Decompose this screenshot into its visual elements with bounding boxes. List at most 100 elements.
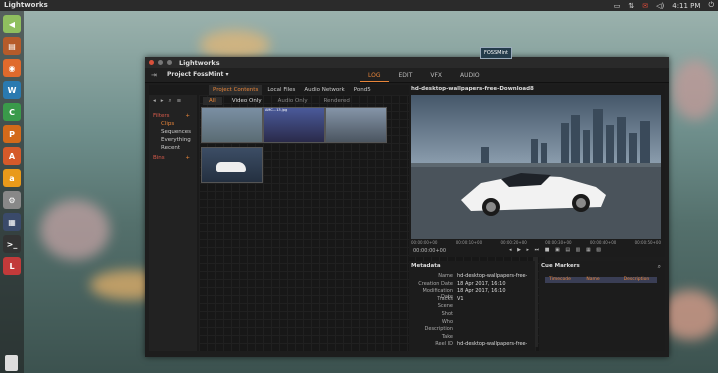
metadata-row[interactable]: Shot <box>409 311 533 317</box>
filter-video-only[interactable]: Video Only <box>226 97 268 105</box>
clip-thumbnail[interactable]: AMC...13.jpg <box>263 107 325 143</box>
tab-log[interactable]: LOG <box>360 70 389 82</box>
sidebar-item-sequences[interactable]: Sequences <box>161 129 191 135</box>
exit-icon[interactable]: ⇥ <box>151 71 157 79</box>
window-controls <box>149 60 172 65</box>
launcher: ◀ ▤ ◉ W C P Aa ⚙ ▦ >_ L <box>0 11 24 373</box>
back-arrow-icon[interactable]: ◀ <box>3 15 21 33</box>
clock[interactable]: 4:11 PM <box>672 2 700 10</box>
add-bin-icon[interactable]: + <box>185 155 190 161</box>
tab-pond5[interactable]: Pond5 <box>350 85 375 95</box>
libreoffice-calc-icon[interactable]: C <box>3 103 21 121</box>
metadata-key: Name <box>438 273 453 279</box>
metadata-value[interactable]: hd-desktop-wallpapers-free- <box>457 273 527 279</box>
cue-column-header[interactable]: Timecode <box>545 277 582 283</box>
lightworks-window: Lightworks FOSSMint ⇥ Project FossMint ▾… <box>145 47 669 357</box>
metadata-value[interactable]: 18 Apr 2017, 16:10 <box>457 281 506 287</box>
metadata-row[interactable]: Take <box>409 334 533 340</box>
metadata-row[interactable]: Who <box>409 319 533 325</box>
libreoffice-impress-icon[interactable]: P <box>3 125 21 143</box>
tab-audio-network[interactable]: Audio Network <box>300 85 348 95</box>
bins-heading[interactable]: Bins + <box>153 155 193 161</box>
terminal-icon[interactable]: >_ <box>3 235 21 253</box>
add-filter-icon[interactable]: + <box>185 113 190 119</box>
background-flower <box>672 60 718 120</box>
arrow-right-icon[interactable]: ▸ <box>161 98 164 105</box>
sidebar-item-recent[interactable]: Recent <box>161 145 180 151</box>
clip-thumbnail[interactable] <box>201 147 263 183</box>
tab-project-contents[interactable]: Project Contents <box>209 85 263 95</box>
tab-edit[interactable]: EDIT <box>391 70 421 82</box>
system-tray: ▭ ⇅ ✉ ◁) 4:11 PM ⏻ <box>614 1 714 10</box>
metadata-row[interactable]: Name hd-desktop-wallpapers-free- <box>409 273 533 279</box>
close-button[interactable] <box>149 60 154 65</box>
viewer-controls: 00:00:00+00 ◂ ▶ ▸ ⏭ ■ ▣ ▤ ▥ ▦ ▧ <box>411 247 661 255</box>
search-icon[interactable]: ⌕ <box>169 98 172 105</box>
current-timecode[interactable]: 00:00:00+00 <box>413 248 446 254</box>
metadata-heading: Metadata <box>411 263 441 269</box>
metadata-row[interactable]: Scene <box>409 303 533 309</box>
cue-column-header[interactable]: Name <box>582 277 619 283</box>
cue-column-header[interactable]: Description <box>620 277 657 283</box>
software-center-icon[interactable]: A <box>3 147 21 165</box>
metadata-key: Take <box>441 333 453 340</box>
trash-icon[interactable] <box>5 355 18 371</box>
power-icon[interactable]: ⏻ <box>708 1 714 10</box>
car-thumbnail-image <box>216 162 246 172</box>
network-icon[interactable]: ⇅ <box>628 2 634 10</box>
lightworks-icon[interactable]: L <box>3 257 21 275</box>
tab-local-files[interactable]: Local Files <box>263 85 299 95</box>
timeline-tick-label: 00:00:20+00 <box>500 240 527 245</box>
filters-heading[interactable]: Filters + <box>153 113 193 119</box>
metadata-key: Shot <box>441 311 453 317</box>
minimize-button[interactable] <box>158 60 163 65</box>
filter-all[interactable]: All <box>203 97 222 105</box>
notification-icon[interactable]: ✉ <box>642 2 648 10</box>
sidebar-item-clips[interactable]: Clips <box>161 121 174 127</box>
folder-icon[interactable]: ▭ <box>614 2 621 10</box>
clip-thumbnail-label: AMC...13.jpg <box>265 108 288 112</box>
timeline-tick-label: 00:00:50+00 <box>634 240 661 245</box>
tab-audio[interactable]: AUDIO <box>452 70 488 82</box>
transport-buttons[interactable]: ◂ ▶ ▸ ⏭ ■ ▣ ▤ ▥ ▦ ▧ <box>509 247 603 253</box>
maximize-button[interactable] <box>167 60 172 65</box>
project-menu[interactable]: Project FossMint ▾ <box>167 71 229 78</box>
filter-audio-only[interactable]: Audio Only <box>272 97 314 105</box>
main-toolbar: ⇥ Project FossMint ▾ LOG EDIT VFX AUDIO <box>145 68 669 83</box>
cue-markers-header: Timecode Name Description <box>545 277 657 283</box>
metadata-key: Scene <box>437 303 453 310</box>
libreoffice-writer-icon[interactable]: W <box>3 81 21 99</box>
tab-vfx[interactable]: VFX <box>422 70 450 82</box>
settings-icon[interactable]: ⚙ <box>3 191 21 209</box>
viewer-panel: hd-desktop-wallpapers-free-Download8 00:… <box>409 85 665 257</box>
car-wallpaper-image <box>411 95 661 239</box>
amazon-icon[interactable]: a <box>3 169 21 187</box>
workspace-icon[interactable]: ▦ <box>3 213 21 231</box>
background-flower <box>200 30 270 60</box>
search-icon[interactable]: ⌕ <box>658 263 661 271</box>
fossmint-badge: FOSSMint <box>480 47 512 59</box>
volume-icon[interactable]: ◁) <box>656 2 664 10</box>
viewer-timeline[interactable]: 00:00:00+00 00:00:10+00 00:00:20+00 00:00:3… <box>411 240 661 246</box>
metadata-row[interactable]: Tracks V1 <box>409 296 533 302</box>
metadata-row[interactable]: Description <box>409 326 533 332</box>
timeline-tick-label: 00:00:10+00 <box>455 240 483 245</box>
files-icon[interactable]: ▤ <box>3 37 21 55</box>
content-tabs: Project Contents Local Files Audio Network… <box>209 85 375 95</box>
content-sidebar: ◂ ▸ ⌕ ≡ Filters + Clips Sequences Everyth… <box>149 95 197 351</box>
viewer-image[interactable] <box>411 95 661 239</box>
list-icon[interactable]: ≡ <box>177 98 182 105</box>
metadata-key: Tracks <box>437 295 453 302</box>
viewer-title: hd-desktop-wallpapers-free-Download8 <box>411 86 534 92</box>
firefox-icon[interactable]: ◉ <box>3 59 21 77</box>
clip-thumbnail[interactable] <box>325 107 387 143</box>
window-titlebar[interactable]: Lightworks FOSSMint <box>145 47 669 68</box>
clip-thumbnail[interactable] <box>201 107 263 143</box>
metadata-row[interactable]: Reel ID hd-desktop-wallpapers-free- <box>409 341 533 347</box>
metadata-value[interactable]: hd-desktop-wallpapers-free- <box>457 341 527 347</box>
metadata-value[interactable]: V1 <box>457 296 464 302</box>
sidebar-item-everything[interactable]: Everything <box>161 137 191 143</box>
arrow-left-icon[interactable]: ◂ <box>153 98 156 105</box>
filter-rendered[interactable]: Rendered <box>318 97 356 105</box>
metadata-row[interactable]: Creation Date 18 Apr 2017, 16:10 <box>409 281 533 287</box>
